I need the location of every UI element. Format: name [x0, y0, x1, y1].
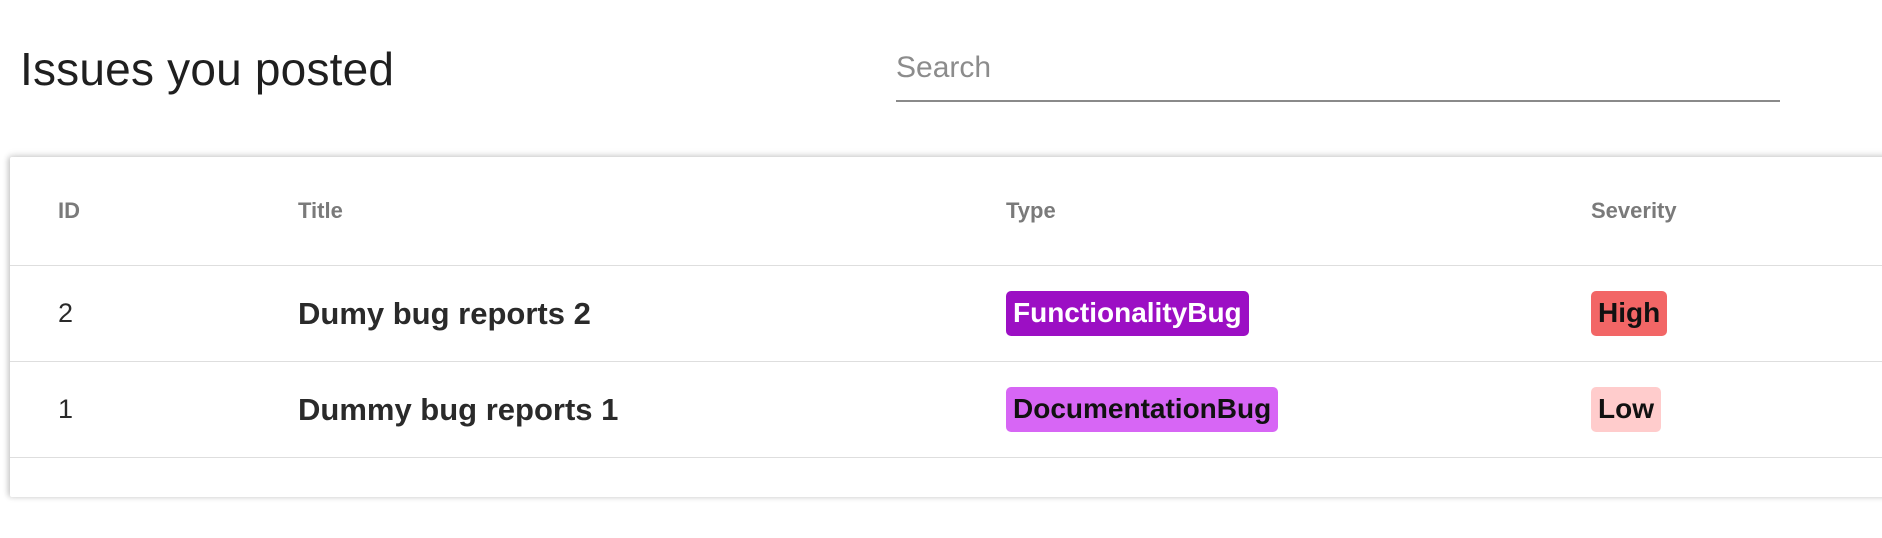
column-header-type[interactable]: Type: [1006, 157, 1591, 266]
issues-page: Issues you posted ID Title Type Severity…: [0, 0, 1882, 538]
table-row[interactable]: 1 Dummy bug reports 1 DocumentationBug L…: [10, 361, 1882, 458]
type-badge: FunctionalityBug: [1006, 291, 1249, 336]
row-type-cell: FunctionalityBug: [1006, 265, 1591, 362]
row-severity-cell: High: [1591, 265, 1882, 362]
row-type-cell: DocumentationBug: [1006, 361, 1591, 458]
row-id: 2: [10, 265, 298, 362]
severity-badge: High: [1591, 291, 1668, 336]
row-severity-cell: Low: [1591, 361, 1882, 458]
row-title: Dummy bug reports 1: [298, 361, 1006, 458]
severity-badge: Low: [1591, 387, 1661, 432]
issues-table: ID Title Type Severity 2 Dumy bug report…: [10, 157, 1882, 458]
row-id: 1: [10, 361, 298, 458]
column-header-severity[interactable]: Severity: [1591, 157, 1882, 266]
type-badge: DocumentationBug: [1006, 387, 1279, 432]
table-row[interactable]: 2 Dumy bug reports 2 FunctionalityBug Hi…: [10, 265, 1882, 362]
column-header-id[interactable]: ID: [10, 157, 298, 266]
search-field[interactable]: [896, 40, 1780, 102]
issues-table-card: ID Title Type Severity 2 Dumy bug report…: [10, 157, 1882, 497]
row-title: Dumy bug reports 2: [298, 265, 1006, 362]
search-input[interactable]: [896, 40, 1780, 96]
table-header-row: ID Title Type Severity: [10, 157, 1882, 266]
column-header-title[interactable]: Title: [298, 157, 1006, 266]
page-title: Issues you posted: [20, 43, 395, 95]
